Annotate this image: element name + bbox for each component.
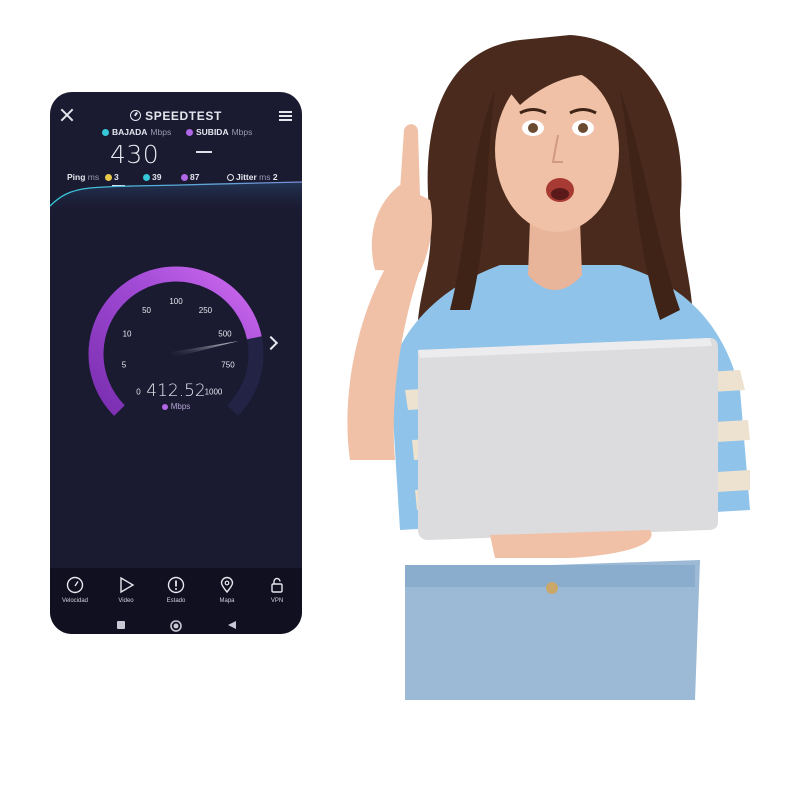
system-nav-bar (50, 616, 302, 634)
download-label: BAJADA Mbps (102, 127, 171, 137)
nav-label-video: Video (118, 598, 134, 604)
alert-icon (167, 576, 185, 594)
bottom-nav: Velocidad Video Estado Mapa VPN (50, 568, 302, 634)
lock-icon (271, 577, 283, 593)
download-unit: Mbps (150, 127, 172, 137)
app-title-text: SPEEDTEST (145, 109, 222, 123)
nav-item-estado[interactable]: Estado (151, 576, 201, 604)
play-icon (120, 576, 135, 594)
gauge-tick-label: 250 (199, 306, 213, 315)
nav-item-mapa[interactable]: Mapa (202, 576, 252, 604)
hamburger-menu-icon[interactable] (279, 111, 292, 121)
person-with-laptop (347, 35, 750, 700)
upload-value-placeholder (196, 151, 212, 153)
upload-arrow-icon (186, 129, 193, 136)
app-title: SPEEDTEST (50, 109, 302, 123)
gauge-unit: Mbps (50, 402, 302, 411)
upload-arrow-icon (161, 404, 168, 410)
metrics-header: BAJADA Mbps SUBIDA Mbps (50, 127, 302, 141)
gauge-tick-label: 500 (218, 330, 232, 339)
nav-label-estado: Estado (166, 598, 186, 604)
gauge-tick-label: 750 (221, 360, 235, 369)
speedometer-icon (66, 576, 84, 594)
pointing-finger (400, 124, 420, 195)
nav-item-vpn[interactable]: VPN (252, 576, 302, 604)
nav-label-vpn: VPN (270, 598, 284, 604)
nav-item-video[interactable]: Video (101, 576, 151, 604)
map-pin-icon (220, 576, 234, 594)
gauge-tick-label: 100 (169, 297, 183, 306)
gauge-tick-label: 10 (123, 330, 132, 339)
download-value: 430 (110, 140, 160, 169)
upload-label: SUBIDA Mbps (186, 127, 252, 137)
gauge-reading: 412.52 (146, 381, 206, 401)
upload-label-text: SUBIDA (196, 127, 229, 137)
laptop (418, 338, 718, 540)
download-label-text: BAJADA (112, 127, 148, 137)
download-arrow-icon (102, 129, 109, 136)
nav-label-velocidad: Velocidad (61, 598, 89, 604)
hand (371, 185, 432, 272)
gauge-unit-text: Mbps (170, 402, 191, 411)
upload-unit: Mbps (231, 127, 253, 137)
gauge-tick-label: 50 (142, 306, 151, 315)
speedometer-icon (130, 110, 142, 121)
gauge-needle (170, 341, 239, 358)
nav-item-velocidad[interactable]: Velocidad (50, 576, 100, 604)
gauge-tick-label: 5 (122, 360, 127, 369)
speed-graph (50, 181, 302, 218)
back-icon[interactable] (227, 620, 237, 630)
home-icon[interactable] (170, 620, 182, 632)
nav-label-mapa: Mapa (219, 598, 235, 604)
phone-screen: SPEEDTEST BAJADA Mbps SUBIDA Mbps 430 Ping… (50, 92, 302, 634)
recent-apps-icon[interactable] (116, 620, 126, 630)
